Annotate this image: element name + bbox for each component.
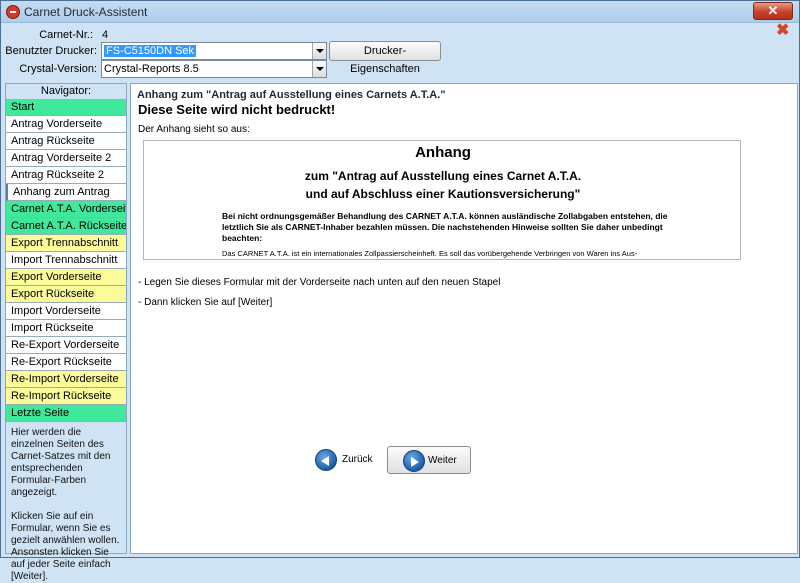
navigator-item[interactable]: Antrag Rückseite 2	[6, 167, 126, 184]
close-icon[interactable]: ✖	[776, 23, 790, 39]
navigator-item[interactable]: Re-Import Vorderseite	[6, 371, 126, 388]
navigator-help-text-2: Klicken Sie auf ein Formular, wenn Sie e…	[11, 511, 120, 582]
form-preview: Anhang zum "Antrag auf Ausstellung eines…	[143, 140, 741, 260]
carnet-number-label: Carnet-Nr.:	[39, 29, 93, 41]
chevron-down-icon[interactable]	[312, 43, 326, 59]
back-button-label: Zurück	[342, 454, 373, 465]
preview-bold-text: Bei nicht ordnungsgemäßer Behandlung des…	[222, 211, 668, 243]
navigator-item[interactable]: Import Rückseite	[6, 320, 126, 337]
intro-text: Der Anhang sieht so aus:	[138, 124, 250, 135]
page-title: Diese Seite wird nicht bedruckt!	[138, 102, 336, 117]
navigator-item[interactable]: Export Vorderseite	[6, 269, 126, 286]
navigator-item[interactable]: Start	[6, 99, 126, 116]
title-bar: Carnet Druck-Assistent ✕	[1, 1, 799, 23]
back-button[interactable]: Zurück	[315, 446, 375, 474]
navigator-item[interactable]: Import Vorderseite	[6, 303, 126, 320]
instruction-2: - Dann klicken Sie auf [Weiter]	[138, 297, 273, 308]
navigator-heading: Navigator:	[6, 84, 126, 99]
window-title: Carnet Druck-Assistent	[24, 5, 148, 19]
preview-subtitle-2: und auf Abschluss einer Kautionsversiche…	[305, 187, 581, 201]
arrow-left-icon	[315, 449, 337, 471]
navigator-item[interactable]: Letzte Seite	[6, 405, 126, 422]
navigator-item[interactable]: Antrag Vorderseite 2	[6, 150, 126, 167]
navigator-item[interactable]: Anhang zum Antrag	[6, 184, 126, 201]
navigator-item[interactable]: Re-Export Vorderseite	[6, 337, 126, 354]
crystal-version-select[interactable]: Crystal-Reports 8.5	[101, 60, 327, 78]
instruction-1: - Legen Sie dieses Formular mit der Vord…	[138, 277, 501, 288]
navigator-item[interactable]: Import Trennabschnitt	[6, 252, 126, 269]
navigator-item[interactable]: Carnet A.T.A. Rückseite	[6, 218, 126, 235]
preview-small-text: Das CARNET A.T.A. ist ein internationale…	[222, 249, 638, 258]
navigator-panel: Navigator: Start Antrag Vorderseite Antrag…	[5, 83, 127, 582]
navigator-item[interactable]: Re-Import Rückseite	[6, 388, 126, 405]
preview-subtitle-1: zum "Antrag auf Ausstellung eines Carnet…	[304, 169, 582, 183]
printer-select[interactable]: FS-C5150DN Sek	[101, 42, 327, 60]
navigator-item[interactable]: Export Rückseite	[6, 286, 126, 303]
navigator-help-text-1: Hier werden die einzelnen Seiten des Car…	[11, 427, 111, 498]
app-icon	[6, 5, 20, 19]
preview-title: Anhang	[415, 144, 471, 161]
app-window: Carnet Druck-Assistent ✕ Carnet-Nr.: 4 B…	[0, 0, 800, 582]
navigator-item[interactable]: Antrag Rückseite	[6, 133, 126, 150]
window-close-button[interactable]: ✕	[753, 2, 793, 20]
navigator-list: Start Antrag Vorderseite Antrag Rückseite A…	[6, 99, 126, 422]
navigator-item[interactable]: Antrag Vorderseite	[6, 116, 126, 133]
navigator-item[interactable]: Carnet A.T.A. Vorderseite	[6, 201, 126, 218]
printer-properties-button[interactable]: Drucker-Eigenschaften	[329, 41, 441, 75]
main-panel: Anhang zum "Antrag auf Ausstellung eines…	[130, 83, 798, 554]
printer-label: Benutzter Drucker:	[5, 45, 97, 57]
page-subtitle: Anhang zum "Antrag auf Ausstellung eines…	[137, 89, 446, 101]
arrow-right-icon	[403, 450, 425, 472]
crystal-version-value: Crystal-Reports 8.5	[104, 63, 199, 75]
printer-select-value: FS-C5150DN Sek	[104, 45, 197, 57]
navigator-item[interactable]: Re-Export Rückseite	[6, 354, 126, 371]
next-button-label: Weiter	[428, 455, 457, 466]
next-button[interactable]: Weiter	[387, 446, 471, 474]
crystal-version-label: Crystal-Version:	[19, 63, 97, 75]
chevron-down-icon[interactable]	[312, 61, 326, 77]
navigator-item[interactable]: Export Trennabschnitt	[6, 235, 126, 252]
carnet-number-value: 4	[102, 29, 109, 41]
navigator-help: Hier werden die einzelnen Seiten des Car…	[6, 422, 126, 583]
